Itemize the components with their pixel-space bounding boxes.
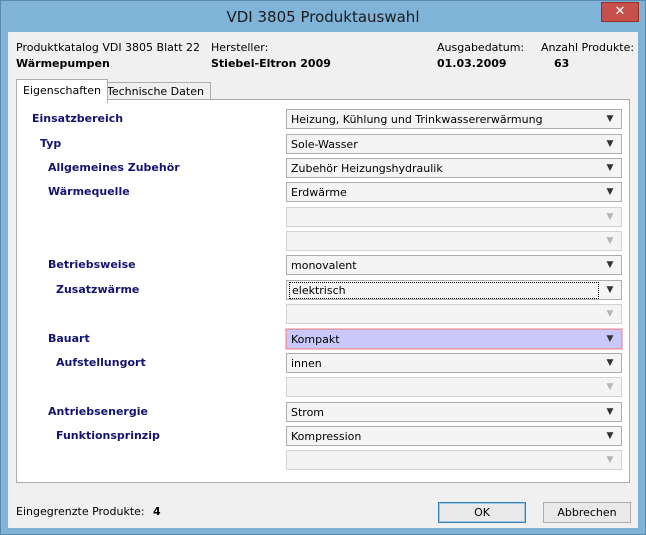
tab-eigenschaften[interactable]: Eigenschaften (16, 79, 108, 103)
combo-einsatzbereich[interactable]: Heizung, Kühlung und Trinkwassererwärmun… (286, 109, 622, 129)
chevron-down-icon: ▼ (606, 407, 614, 417)
chevron-down-icon: ▼ (606, 382, 614, 392)
chevron-down-icon: ▼ (606, 236, 614, 246)
date-value: 01.03.2009 (437, 57, 507, 70)
chevron-down-icon: ▼ (606, 455, 614, 465)
combo-waermequelle[interactable]: Erdwärme ▼ (286, 182, 622, 202)
chevron-down-icon: ▼ (606, 187, 614, 197)
catalog-label: Produktkatalog VDI 3805 Blatt 22 (16, 41, 201, 54)
chevron-down-icon: ▼ (606, 260, 614, 270)
chevron-down-icon: ▼ (606, 114, 614, 124)
combo-betriebsweise[interactable]: monovalent ▼ (286, 255, 622, 275)
combo-typ-value: Sole-Wasser (291, 138, 358, 151)
chevron-down-icon: ▼ (606, 285, 614, 295)
combo-aufstellungort[interactable]: innen ▼ (286, 353, 622, 373)
combo-antriebsenergie-value: Strom (291, 406, 325, 419)
combo-typ[interactable]: Sole-Wasser ▼ (286, 134, 622, 154)
filtered-products-label: Eingegrenzte Produkte: (16, 505, 145, 518)
catalog-value: Wärmepumpen (16, 57, 110, 70)
product-count-label: Anzahl Produkte: (541, 41, 635, 54)
chevron-down-icon: ▼ (606, 309, 614, 319)
properties-panel: Einsatzbereich Heizung, Kühlung und Trin… (16, 99, 630, 483)
combo-einsatzbereich-value: Heizung, Kühlung und Trinkwassererwärmun… (291, 113, 543, 126)
combo-empty-3: ▼ (286, 304, 622, 324)
combo-empty-2: ▼ (286, 231, 622, 251)
chevron-down-icon: ▼ (606, 334, 614, 344)
label-waermequelle: Wärmequelle (48, 185, 130, 198)
combo-zusatzwaerme-value: elektrisch (289, 282, 599, 299)
label-antriebsenergie: Antriebsenergie (48, 405, 148, 418)
combo-funktionsprinzip[interactable]: Kompression ▼ (286, 426, 622, 446)
filtered-products-value: 4 (153, 505, 161, 518)
label-zusatzwaerme: Zusatzwärme (56, 283, 140, 296)
date-label: Ausgabedatum: (437, 41, 525, 54)
chevron-down-icon: ▼ (606, 431, 614, 441)
combo-antriebsenergie[interactable]: Strom ▼ (286, 402, 622, 422)
cancel-button[interactable]: Abbrechen (543, 502, 631, 523)
combo-aufstellungort-value: innen (291, 357, 322, 370)
chevron-down-icon: ▼ (606, 163, 614, 173)
window-title: VDI 3805 Produktauswahl (226, 8, 420, 26)
label-bauart: Bauart (48, 332, 90, 345)
label-typ: Typ (40, 137, 62, 150)
combo-betriebsweise-value: monovalent (291, 259, 357, 272)
chevron-down-icon: ▼ (606, 212, 614, 222)
combo-waermequelle-value: Erdwärme (291, 186, 347, 199)
dialog-window: VDI 3805 Produktauswahl ✕ Produktkatalog… (0, 0, 646, 535)
label-aufstellungort: Aufstellungort (56, 356, 146, 369)
title-bar[interactable]: VDI 3805 Produktauswahl ✕ (1, 1, 645, 32)
chevron-down-icon: ▼ (606, 139, 614, 149)
label-betriebsweise: Betriebsweise (48, 258, 136, 271)
combo-allgemeines-zubehoer-value: Zubehör Heizungshydraulik (291, 162, 443, 175)
combo-empty-1: ▼ (286, 207, 622, 227)
chevron-down-icon: ▼ (606, 358, 614, 368)
label-funktionsprinzip: Funktionsprinzip (56, 429, 160, 442)
ok-button[interactable]: OK (438, 502, 526, 523)
combo-bauart-value: Kompakt (291, 333, 340, 346)
combo-empty-5: ▼ (286, 450, 622, 470)
manufacturer-value: Stiebel-Eltron 2009 (211, 57, 331, 70)
label-allgemeines-zubehoer: Allgemeines Zubehör (48, 161, 180, 174)
combo-empty-4: ▼ (286, 377, 622, 397)
combo-zusatzwaerme[interactable]: elektrisch ▼ (286, 280, 622, 300)
product-count-value: 63 (554, 57, 570, 70)
label-einsatzbereich: Einsatzbereich (32, 112, 124, 125)
combo-funktionsprinzip-value: Kompression (291, 430, 362, 443)
close-button[interactable]: ✕ (601, 2, 639, 22)
manufacturer-label: Hersteller: (211, 41, 269, 54)
combo-bauart[interactable]: Kompakt ▼ (286, 329, 622, 349)
combo-allgemeines-zubehoer[interactable]: Zubehör Heizungshydraulik ▼ (286, 158, 622, 178)
